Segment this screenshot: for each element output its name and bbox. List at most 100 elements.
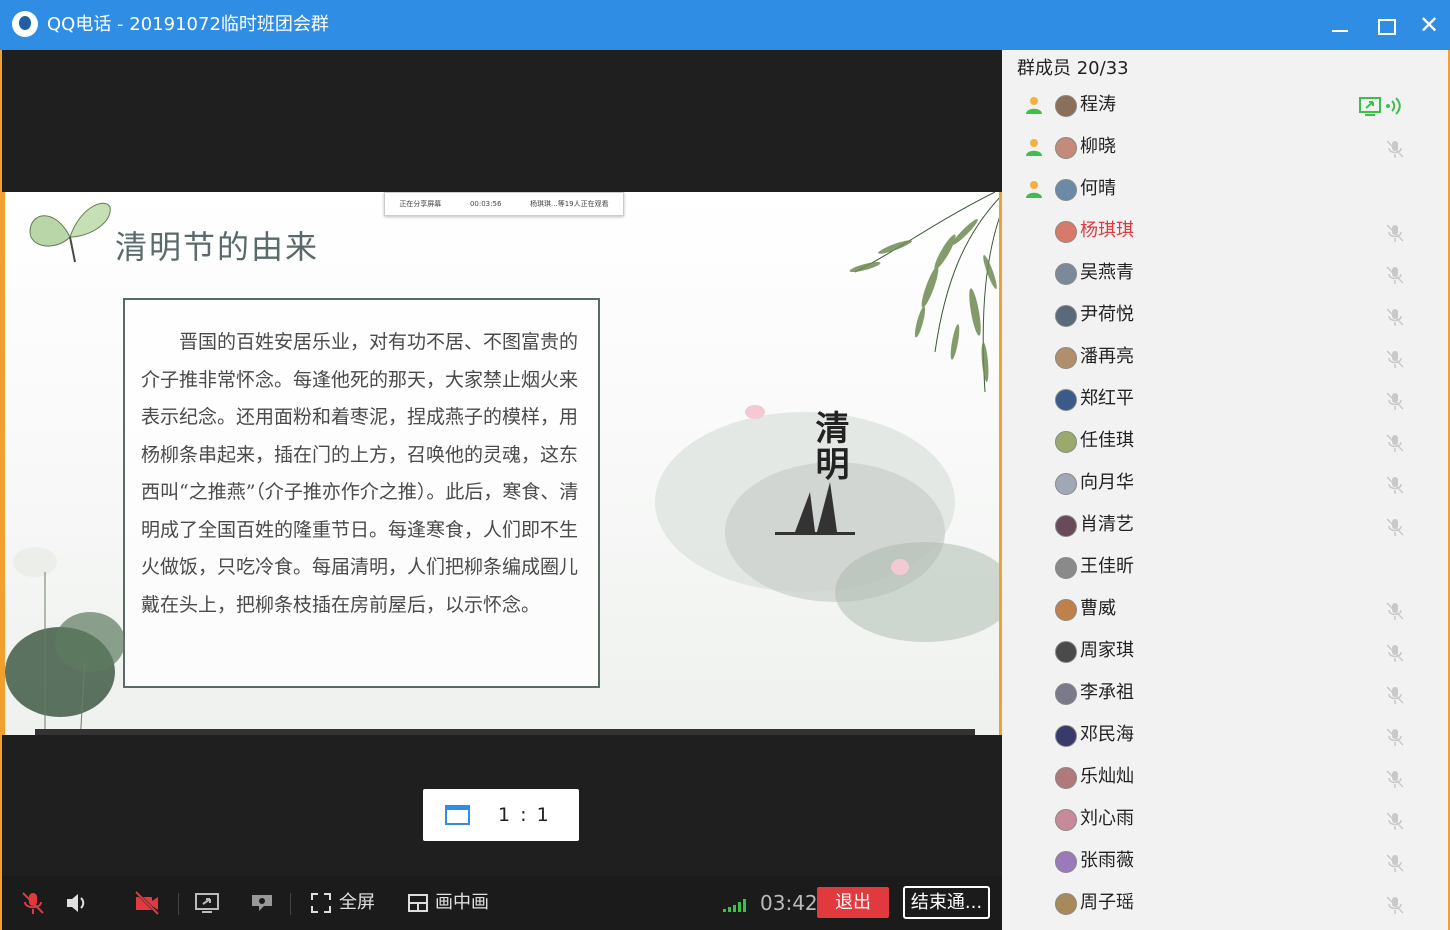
member-row-17[interactable]: 乐灿灿	[1002, 757, 1448, 799]
member-row-11[interactable]: 肖清艺	[1002, 505, 1448, 547]
member-name: 李承祖	[1080, 682, 1134, 703]
member-row-5[interactable]: 吴燕青	[1002, 253, 1448, 295]
mic-muted-icon	[1386, 644, 1404, 662]
member-row-14[interactable]: 周家琪	[1002, 631, 1448, 673]
maximize-icon[interactable]	[1370, 10, 1400, 40]
window-icon	[445, 805, 470, 825]
avatar[interactable]	[1055, 515, 1077, 537]
avatar[interactable]	[1055, 809, 1077, 831]
member-name: 周家琪	[1080, 640, 1134, 661]
signal-strength-icon	[723, 898, 753, 912]
avatar[interactable]	[1055, 305, 1077, 327]
window-title: QQ电话 - 20191072临时班团会群	[47, 14, 329, 35]
shared-screen-view[interactable]: 正在分享屏幕 00:03:56 杨琪琪...等19人正在观看 清明节的由来 晋国…	[2, 50, 1002, 876]
host-user-icon	[1026, 139, 1042, 156]
member-row-9[interactable]: 任佳琪	[1002, 421, 1448, 463]
ink-landscape-decoration	[655, 405, 999, 642]
share-viewers-text: 杨琪琪...等19人正在观看	[530, 200, 609, 208]
member-name: 任佳琪	[1080, 430, 1134, 451]
member-row-4[interactable]: 杨琪琪	[1002, 211, 1448, 253]
close-icon[interactable]: ✕	[1414, 10, 1444, 40]
mic-muted-icon	[1386, 308, 1404, 326]
avatar[interactable]	[1055, 599, 1077, 621]
mic-muted-icon[interactable]	[20, 890, 46, 916]
share-status-bar: 正在分享屏幕 00:03:56 杨琪琪...等19人正在观看	[384, 192, 624, 216]
picture-in-picture-icon[interactable]	[407, 890, 429, 916]
mic-muted-icon	[1386, 518, 1404, 536]
member-row-7[interactable]: 潘再亮	[1002, 337, 1448, 379]
host-user-icon	[1026, 181, 1042, 198]
member-row-12[interactable]: 王佳昕	[1002, 547, 1448, 589]
end-call-button[interactable]: 结束通...	[903, 886, 990, 919]
aspect-ratio-label: 1 : 1	[498, 804, 551, 826]
member-name: 王佳昕	[1080, 556, 1134, 577]
member-name: 向月华	[1080, 472, 1134, 493]
avatar[interactable]	[1055, 263, 1077, 285]
mic-muted-icon	[1386, 350, 1404, 368]
screen-sharing-icon	[1359, 97, 1401, 116]
share-screen-icon[interactable]	[194, 890, 220, 916]
member-name: 潘再亮	[1080, 346, 1134, 367]
avatar[interactable]	[1055, 893, 1077, 915]
avatar[interactable]	[1055, 767, 1077, 789]
member-row-15[interactable]: 李承祖	[1002, 673, 1448, 715]
qq-logo-icon	[12, 11, 38, 37]
mic-muted-icon	[1386, 728, 1404, 746]
avatar[interactable]	[1055, 137, 1077, 159]
mic-muted-icon	[1386, 140, 1404, 158]
mic-muted-icon	[1386, 434, 1404, 452]
aspect-ratio-button[interactable]: 1 : 1	[423, 789, 579, 841]
avatar[interactable]	[1055, 95, 1077, 117]
mic-muted-icon	[1386, 476, 1404, 494]
avatar[interactable]	[1055, 641, 1077, 663]
speaker-icon[interactable]	[64, 890, 90, 916]
member-row-20[interactable]: 周子瑶	[1002, 883, 1448, 925]
picture-in-picture-button[interactable]: 画中画	[435, 892, 489, 914]
mic-muted-icon	[1386, 812, 1404, 830]
mic-muted-icon	[1386, 854, 1404, 872]
member-name: 程涛	[1080, 94, 1116, 115]
mic-muted-icon	[1386, 224, 1404, 242]
shared-slide: 正在分享屏幕 00:03:56 杨琪琪...等19人正在观看 清明节的由来 晋国…	[2, 192, 1002, 735]
camera-off-icon[interactable]	[134, 890, 160, 916]
member-row-8[interactable]: 郑红平	[1002, 379, 1448, 421]
avatar[interactable]	[1055, 221, 1077, 243]
member-panel: 群成员 20/33 程涛 柳晓 何晴 杨琪琪 吴燕青 尹荷悦 潘再亮 郑红平 任…	[1002, 50, 1448, 930]
member-name: 杨琪琪	[1080, 220, 1134, 241]
fullscreen-button[interactable]: 全屏	[339, 892, 375, 914]
exit-button[interactable]: 退出	[817, 887, 889, 918]
title-bar: QQ电话 - 20191072临时班团会群 ✕	[0, 0, 1450, 50]
minimize-icon[interactable]	[1325, 10, 1355, 40]
avatar[interactable]	[1055, 389, 1077, 411]
member-name: 乐灿灿	[1080, 766, 1134, 787]
member-count-header: 群成员 20/33	[1017, 58, 1129, 79]
member-name: 邓民海	[1080, 724, 1134, 745]
avatar[interactable]	[1055, 557, 1077, 579]
share-elapsed-time: 00:03:56	[469, 200, 502, 208]
avatar[interactable]	[1055, 179, 1077, 201]
member-row-6[interactable]: 尹荷悦	[1002, 295, 1448, 337]
lotus-decoration	[5, 547, 125, 735]
avatar[interactable]	[1055, 347, 1077, 369]
member-row-16[interactable]: 邓民海	[1002, 715, 1448, 757]
member-row-13[interactable]: 曹威	[1002, 589, 1448, 631]
avatar[interactable]	[1055, 725, 1077, 747]
fullscreen-icon[interactable]	[310, 890, 332, 916]
avatar[interactable]	[1055, 473, 1077, 495]
mic-muted-icon	[1386, 266, 1404, 284]
member-row-2[interactable]: 柳晓	[1002, 127, 1448, 169]
member-row-18[interactable]: 刘心雨	[1002, 799, 1448, 841]
member-row-1[interactable]: 程涛	[1002, 85, 1448, 127]
avatar[interactable]	[1055, 851, 1077, 873]
member-name: 何晴	[1080, 178, 1116, 199]
slide-taskbar-strip	[35, 729, 975, 735]
avatar[interactable]	[1055, 431, 1077, 453]
member-row-19[interactable]: 张雨薇	[1002, 841, 1448, 883]
member-row-10[interactable]: 向月华	[1002, 463, 1448, 505]
mic-muted-icon	[1386, 896, 1404, 914]
avatar[interactable]	[1055, 683, 1077, 705]
presentation-icon[interactable]	[249, 890, 275, 916]
mic-muted-icon	[1386, 686, 1404, 704]
member-name: 吴燕青	[1080, 262, 1134, 283]
member-row-3[interactable]: 何晴	[1002, 169, 1448, 211]
